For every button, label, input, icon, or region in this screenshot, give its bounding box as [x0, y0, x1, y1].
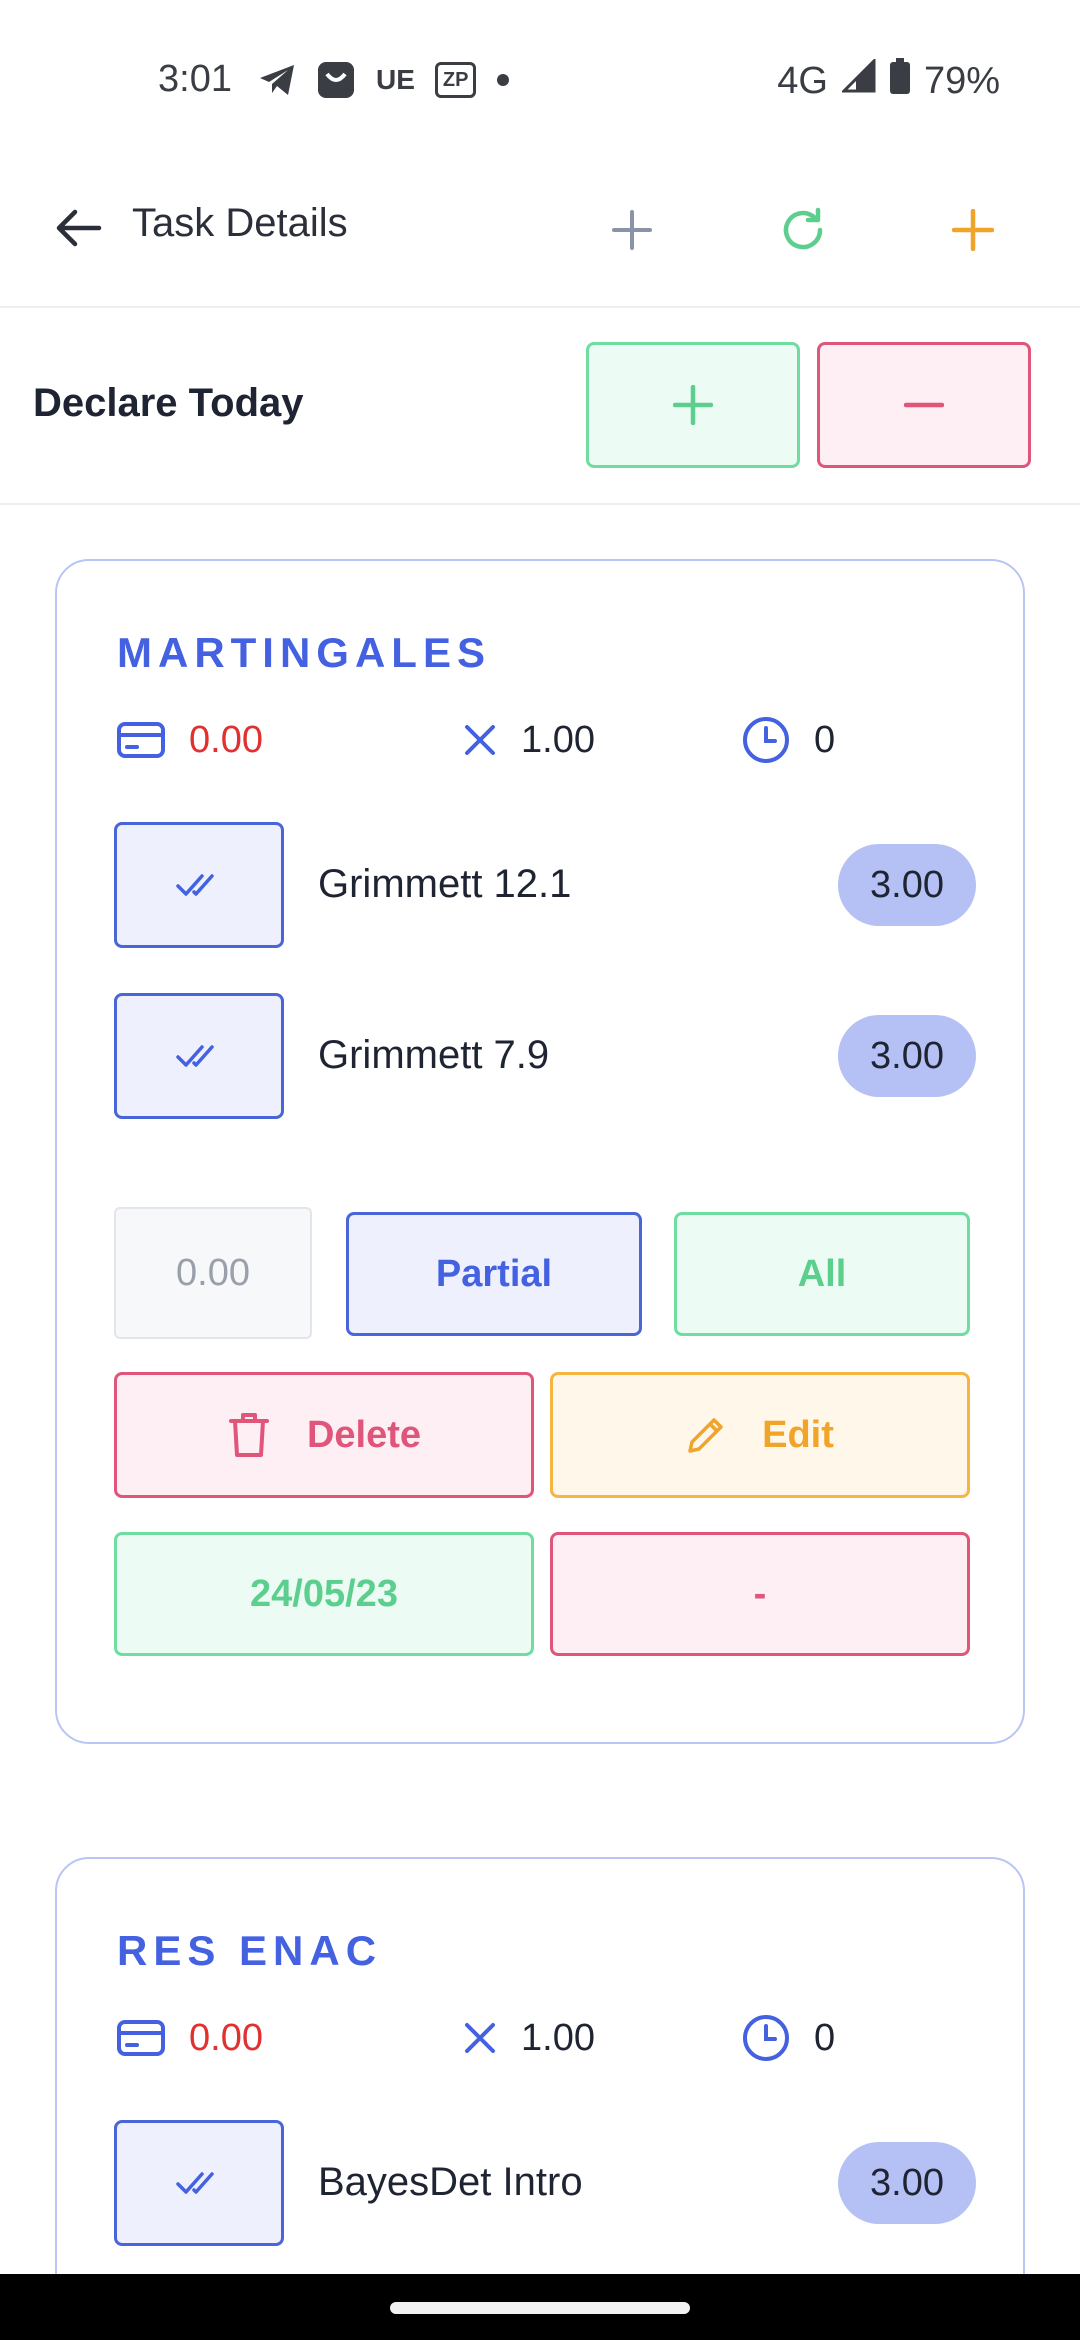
trash-icon: [228, 1413, 269, 1457]
shopping-bag-icon: [316, 60, 356, 100]
card-stats: 0.00 1.00 0: [117, 2008, 977, 2068]
task-card: RES ENAC 0.00 1.00 0 BayesDet Intro 3.00: [55, 1857, 1025, 2340]
time-value: 0: [814, 2016, 836, 2059]
all-button[interactable]: All: [674, 1212, 970, 1336]
date-button[interactable]: 24/05/23: [114, 1532, 534, 1656]
task-row: Grimmett 12.1 3.00: [114, 822, 976, 948]
check-button[interactable]: [114, 822, 284, 948]
time-stat: 0: [742, 2008, 835, 2068]
balance-stat: 0.00: [117, 710, 263, 770]
notification-icons: UE ZP: [258, 60, 510, 100]
battery-level: 79%: [923, 59, 1000, 102]
status-right: 4G 79%: [777, 57, 1000, 104]
double-check-icon: [176, 1045, 214, 1067]
task-card: MARTINGALES 0.00 1.00 0 Grimmett 12.1 3.…: [55, 559, 1025, 1744]
amount-input[interactable]: 0.00: [114, 1207, 312, 1339]
balance-value: 0.00: [189, 718, 263, 761]
partial-button[interactable]: Partial: [346, 1212, 642, 1336]
page-title: Task Details: [132, 201, 348, 245]
balance-value: 0.00: [189, 2016, 263, 2059]
clock-icon: [743, 717, 789, 763]
multiplier-stat: 1.00: [463, 710, 595, 770]
declare-plus-button[interactable]: [586, 342, 800, 468]
double-check-icon: [176, 874, 214, 896]
credit-card-icon: [117, 722, 165, 758]
task-row: BayesDet Intro 3.00: [114, 2120, 976, 2246]
card-stats: 0.00 1.00 0: [117, 710, 977, 770]
task-value-badge: 3.00: [838, 2142, 976, 2224]
zp-icon-text: ZP: [434, 62, 477, 98]
credit-card-icon: [117, 2020, 165, 2056]
secondary-date-button[interactable]: -: [550, 1532, 970, 1656]
task-row: Grimmett 7.9 3.00: [114, 993, 976, 1119]
pencil-icon: [688, 1418, 723, 1453]
task-value-badge: 3.00: [838, 844, 976, 926]
balance-stat: 0.00: [117, 2008, 263, 2068]
task-name: BayesDet Intro: [318, 2160, 583, 2204]
card-title: RES ENAC: [117, 1927, 383, 1974]
add-button-orange[interactable]: [938, 195, 1008, 265]
delete-label: Delete: [306, 1413, 422, 1456]
task-value-badge: 3.00: [838, 1015, 976, 1097]
system-nav-bar: [0, 2274, 1080, 2340]
back-button[interactable]: [48, 198, 108, 258]
multiply-icon: [465, 2023, 495, 2053]
app-bar: Task Details: [0, 165, 1080, 308]
arrow-left-icon: [56, 209, 102, 247]
task-name: Grimmett 12.1: [318, 862, 572, 906]
plus-orange-icon: [952, 209, 994, 251]
zp-icon: ZP: [434, 60, 477, 100]
multiplier-value: 1.00: [521, 718, 595, 761]
dot-icon: [496, 60, 510, 100]
refresh-green-icon: [783, 207, 823, 250]
status-bar: 3:01 UE ZP 4G 79%: [0, 0, 1080, 165]
battery-icon: [889, 58, 910, 104]
time-value: 0: [814, 718, 836, 761]
multiplier-value: 1.00: [521, 2016, 595, 2059]
plus-icon: [673, 385, 713, 425]
minus-icon: [904, 402, 944, 408]
ue-icon: UE: [376, 64, 415, 95]
check-button[interactable]: [114, 2120, 284, 2246]
clock-icon: [743, 2015, 789, 2061]
signal-icon: [840, 57, 876, 103]
card-title: MARTINGALES: [117, 629, 491, 676]
declare-minus-button[interactable]: [817, 342, 1031, 468]
multiplier-stat: 1.00: [463, 2008, 595, 2068]
status-time: 3:01: [158, 58, 232, 100]
refresh-button[interactable]: [768, 195, 838, 265]
edit-button[interactable]: Edit: [550, 1372, 970, 1498]
double-check-icon: [176, 2172, 214, 2194]
telegram-icon: [258, 60, 296, 100]
multiply-icon: [465, 725, 495, 755]
network-type: 4G: [777, 59, 828, 102]
delete-button[interactable]: Delete: [114, 1372, 534, 1498]
add-button-gray[interactable]: [597, 195, 667, 265]
declare-today-label: Declare Today: [33, 381, 304, 425]
task-name: Grimmett 7.9: [318, 1033, 550, 1077]
edit-label: Edit: [762, 1413, 834, 1456]
declare-today-row: Declare Today: [0, 309, 1080, 505]
plus-gray-icon: [612, 210, 652, 250]
time-stat: 0: [742, 710, 835, 770]
home-gesture-handle[interactable]: [390, 2302, 690, 2314]
check-button[interactable]: [114, 993, 284, 1119]
